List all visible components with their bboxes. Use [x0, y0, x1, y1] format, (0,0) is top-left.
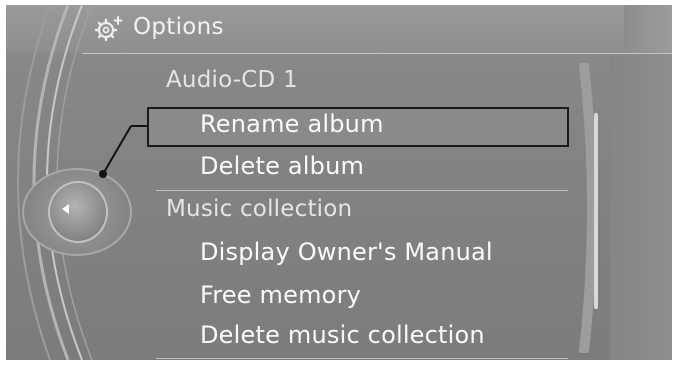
- menu-item-free-memory[interactable]: Free memory: [200, 281, 361, 309]
- menu-item-delete-album[interactable]: Delete album: [200, 152, 364, 180]
- controller-knob[interactable]: [48, 181, 108, 243]
- section-label-music-collection: Music collection: [166, 196, 353, 222]
- idrive-screen: Options Audio-CD 1 Rename album Delete a…: [6, 5, 672, 360]
- menu-item-rename-album[interactable]: Rename album: [200, 110, 384, 138]
- menu-item-delete-music-collection[interactable]: Delete music collection: [200, 321, 485, 349]
- menu-item-display-owners-manual[interactable]: Display Owner's Manual: [200, 238, 493, 266]
- section-divider: [156, 190, 568, 191]
- bottom-divider: [156, 358, 568, 359]
- left-arrow-icon[interactable]: [62, 204, 69, 214]
- section-label-audio-cd: Audio-CD 1: [166, 67, 298, 93]
